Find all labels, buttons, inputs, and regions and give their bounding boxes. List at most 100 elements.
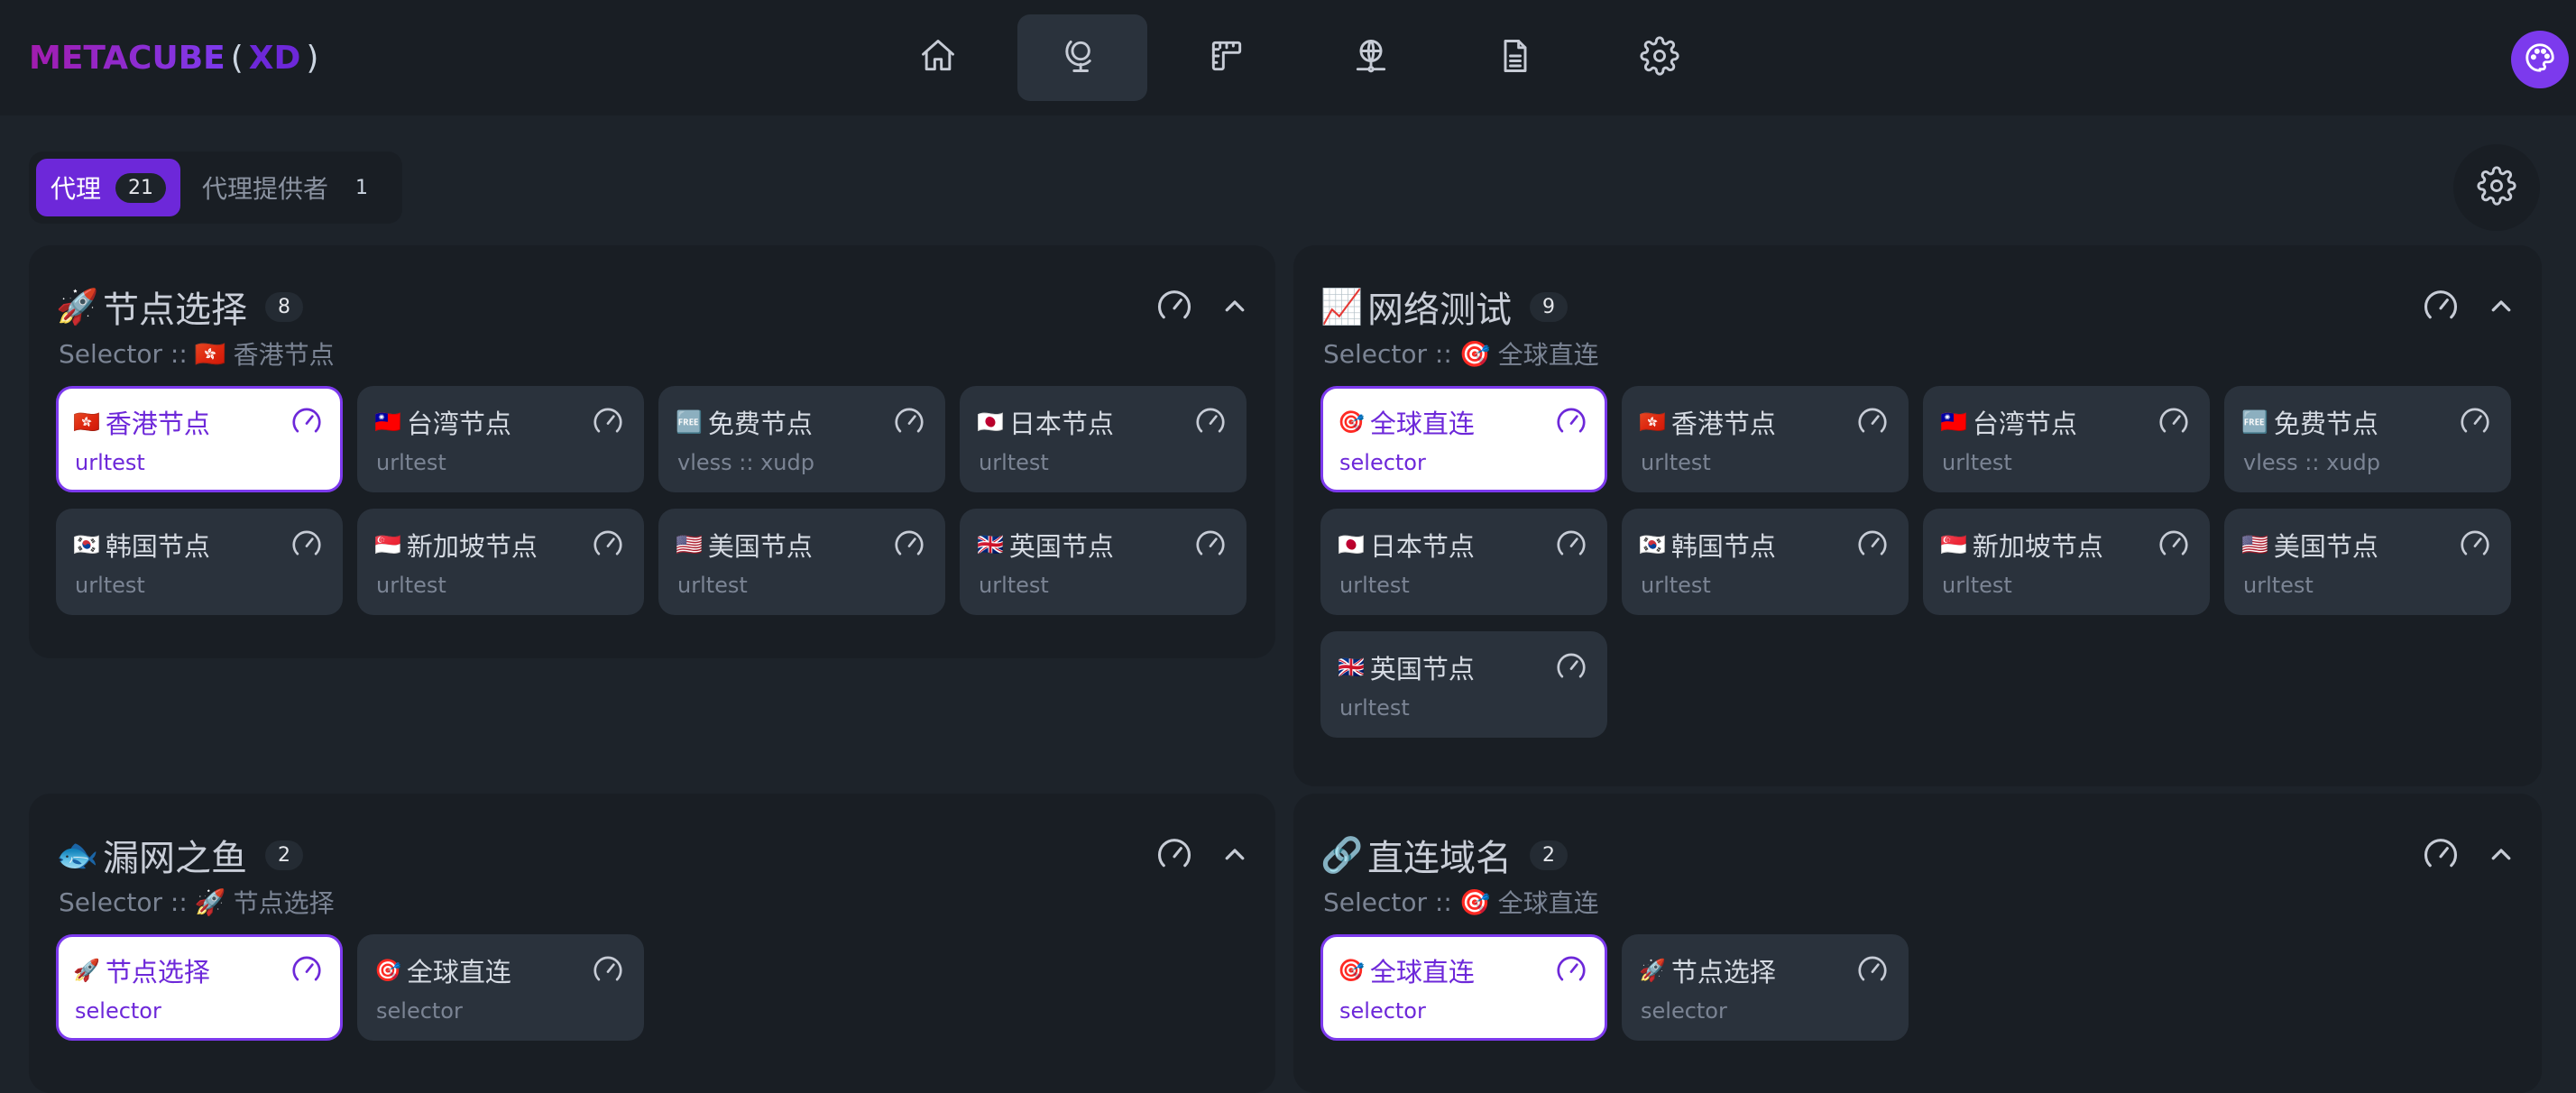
proxy-node-card[interactable]: 🇯🇵 日本节点 urltest <box>1320 509 1607 615</box>
proxy-node-card[interactable]: 🆓 免费节点 vless :: xudp <box>2224 386 2511 492</box>
theme-button[interactable] <box>2511 31 2569 88</box>
proxy-node-card[interactable]: 🇰🇷 韩国节点 urltest <box>1622 509 1909 615</box>
proxy-node-card[interactable]: 🎯 全球直连 selector <box>1320 934 1607 1041</box>
node-type: urltest <box>1339 573 1410 598</box>
speedtest-icon[interactable] <box>290 953 324 987</box>
node-name: 🇸🇬 新加坡节点 <box>374 526 538 564</box>
group-header[interactable]: 🚀 节点选择 8 <box>56 278 1248 335</box>
speedtest-icon[interactable] <box>1193 528 1228 562</box>
speedtest-icon[interactable] <box>2458 405 2492 439</box>
proxy-node-card[interactable]: 🇸🇬 新加坡节点 urltest <box>1923 509 2210 615</box>
palette-icon <box>2523 41 2557 78</box>
nav-connections[interactable] <box>1306 14 1436 101</box>
collapse-icon[interactable] <box>2488 841 2515 868</box>
proxy-settings-button[interactable] <box>2453 144 2540 231</box>
speedtest-icon[interactable] <box>2421 835 2461 875</box>
node-flag-icon: 🇹🇼 <box>374 409 401 435</box>
proxy-node-card[interactable]: 🇭🇰 香港节点 urltest <box>56 386 343 492</box>
speedtest-icon[interactable] <box>290 528 324 562</box>
collapse-icon[interactable] <box>2488 293 2515 320</box>
tab-label: 代理提供者 <box>202 174 329 204</box>
speedtest-icon[interactable] <box>2157 405 2191 439</box>
node-name: 🆓 免费节点 <box>676 403 813 441</box>
proxy-node-card[interactable]: 🚀 节点选择 selector <box>1622 934 1909 1041</box>
proxy-node-card[interactable]: 🚀 节点选择 selector <box>56 934 343 1041</box>
speedtest-icon[interactable] <box>2458 528 2492 562</box>
node-flag-icon: 🇯🇵 <box>1338 532 1365 557</box>
speedtest-icon[interactable] <box>892 528 926 562</box>
node-type: urltest <box>1942 450 2012 475</box>
group-header[interactable]: 🐟 漏网之鱼 2 <box>56 826 1248 884</box>
proxy-node-card[interactable]: 🇭🇰 香港节点 urltest <box>1622 386 1909 492</box>
tab-count-badge: 1 <box>355 176 369 199</box>
proxy-node-card[interactable]: 🇬🇧 英国节点 urltest <box>1320 631 1607 738</box>
speedtest-icon[interactable] <box>1855 528 1890 562</box>
logo-paren-close: ) <box>306 39 319 77</box>
proxy-node-card[interactable]: 🇺🇸 美国节点 urltest <box>658 509 945 615</box>
proxy-node-card[interactable]: 🇸🇬 新加坡节点 urltest <box>357 509 644 615</box>
tab-proxy-providers[interactable]: 代理提供者 1 <box>188 159 395 216</box>
speedtest-icon[interactable] <box>1855 405 1890 439</box>
speedtest-icon[interactable] <box>2157 528 2191 562</box>
tab-label: 代理 <box>51 174 102 204</box>
node-flag-icon: 🇸🇬 <box>374 532 401 557</box>
node-type: urltest <box>1339 695 1410 721</box>
node-label: 香港节点 <box>1670 409 1776 439</box>
node-flag-icon: 🇰🇷 <box>73 532 100 557</box>
group-header[interactable]: 🔗 直连域名 2 <box>1320 826 2515 884</box>
node-type: urltest <box>1942 573 2012 598</box>
proxy-node-card[interactable]: 🎯 全球直连 selector <box>357 934 644 1041</box>
node-name: 🇭🇰 香港节点 <box>73 403 210 441</box>
nav-config[interactable] <box>1595 14 1725 101</box>
speedtest-icon[interactable] <box>1155 287 1194 326</box>
speedtest-icon[interactable] <box>290 405 324 439</box>
speedtest-icon[interactable] <box>892 405 926 439</box>
proxy-group-panel: 🐟 漏网之鱼 2 Selector :: 🚀 节点选择 🚀 节点选择 selec… <box>29 794 1275 1093</box>
proxy-node-card[interactable]: 🇬🇧 英国节点 urltest <box>960 509 1247 615</box>
collapse-icon[interactable] <box>1221 293 1248 320</box>
nav-home[interactable] <box>873 14 1003 101</box>
proxy-node-card[interactable]: 🇹🇼 台湾节点 urltest <box>357 386 644 492</box>
speedtest-icon[interactable] <box>591 528 625 562</box>
node-label: 新加坡节点 <box>406 531 538 562</box>
proxy-node-card[interactable]: 🇯🇵 日本节点 urltest <box>960 386 1247 492</box>
speedtest-icon[interactable] <box>1554 953 1588 987</box>
node-grid: 🎯 全球直连 selector 🚀 节点选择 selector <box>1320 934 2511 1041</box>
tab-count-badge: 21 <box>115 172 167 203</box>
speedtest-icon[interactable] <box>1554 405 1588 439</box>
proxy-node-card[interactable]: 🇰🇷 韩国节点 urltest <box>56 509 343 615</box>
speedtest-icon[interactable] <box>1855 953 1890 987</box>
group-count-badge: 2 <box>265 840 303 870</box>
nav-rules[interactable] <box>1162 14 1292 101</box>
node-flag-icon: 🇺🇸 <box>676 532 703 557</box>
proxy-node-card[interactable]: 🎯 全球直连 selector <box>1320 386 1607 492</box>
speedtest-icon[interactable] <box>1554 528 1588 562</box>
node-name: 🎯 全球直连 <box>1338 403 1475 441</box>
logo-brand: METACUBE <box>29 39 225 77</box>
logo-xd: XD <box>248 39 301 77</box>
speedtest-icon[interactable] <box>1193 405 1228 439</box>
group-actions <box>1155 278 1248 335</box>
node-grid: 🎯 全球直连 selector 🇭🇰 香港节点 urltest 🇹🇼 台湾节点 … <box>1320 386 2511 738</box>
app-logo[interactable]: METACUBE ( XD ) <box>29 0 324 115</box>
collapse-icon[interactable] <box>1221 841 1248 868</box>
group-selected-node: 全球直连 <box>1497 340 1599 370</box>
node-label: 韩国节点 <box>1670 531 1776 562</box>
node-name: 🇸🇬 新加坡节点 <box>1940 526 2103 564</box>
group-emoji: 🐟 <box>56 834 99 875</box>
node-type: urltest <box>75 573 145 598</box>
group-header[interactable]: 📈 网络测试 9 <box>1320 278 2515 335</box>
proxy-node-card[interactable]: 🇺🇸 美国节点 urltest <box>2224 509 2511 615</box>
nav-proxies[interactable] <box>1017 14 1147 101</box>
proxy-node-card[interactable]: 🆓 免费节点 vless :: xudp <box>658 386 945 492</box>
node-label: 节点选择 <box>105 957 210 987</box>
node-name: 🇯🇵 日本节点 <box>977 403 1114 441</box>
speedtest-icon[interactable] <box>591 405 625 439</box>
speedtest-icon[interactable] <box>2421 287 2461 326</box>
tab-proxies[interactable]: 代理 21 <box>36 159 181 216</box>
speedtest-icon[interactable] <box>1155 835 1194 875</box>
proxy-node-card[interactable]: 🇹🇼 台湾节点 urltest <box>1923 386 2210 492</box>
speedtest-icon[interactable] <box>591 953 625 987</box>
nav-logs[interactable] <box>1450 14 1580 101</box>
speedtest-icon[interactable] <box>1554 650 1588 684</box>
